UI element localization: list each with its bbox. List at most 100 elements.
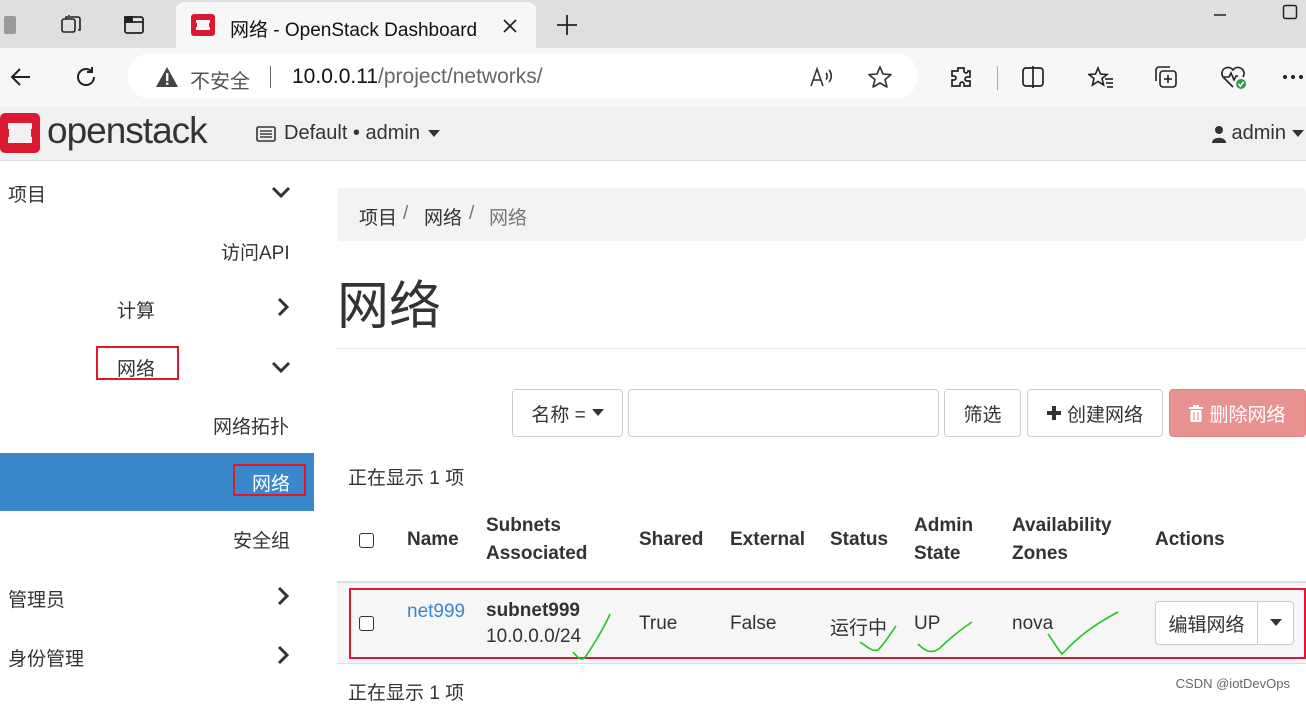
project-switcher-label: Default • admin: [284, 122, 420, 144]
item-count-bottom: 正在显示 1 项: [348, 683, 465, 704]
workspaces-icon[interactable]: [56, 10, 86, 40]
watermark: CSDN @iotDevOps: [1175, 676, 1290, 691]
chevron-right-icon[interactable]: [273, 645, 293, 665]
openstack-logo-text[interactable]: openstack: [47, 110, 208, 152]
breadcrumb-item[interactable]: 项目: [359, 203, 397, 230]
chevron-down-icon[interactable]: [271, 182, 291, 202]
minimize-icon[interactable]: [1208, 6, 1232, 24]
sidebar-item-compute[interactable]: 计算: [117, 296, 155, 323]
sidebar-item-network-topology[interactable]: 网络拓扑: [213, 412, 289, 439]
column-header-status[interactable]: Status: [830, 526, 888, 554]
column-header-subnets[interactable]: Subnets Associated: [486, 512, 587, 568]
annotation-checkmark-icon: [917, 621, 973, 653]
favorite-icon[interactable]: [866, 63, 894, 91]
annotation-checkmark-icon: [1047, 611, 1119, 656]
table-row-divider: [337, 663, 1306, 664]
column-header-shared[interactable]: Shared: [639, 526, 703, 554]
browser-tab-strip: 网络 - OpenStack Dashboard: [0, 0, 1306, 48]
column-header-subnets-line1: Subnets: [486, 515, 561, 536]
breadcrumb-item[interactable]: 网络: [424, 203, 462, 230]
breadcrumb: 项目 / 网络 / 网络: [337, 188, 1306, 241]
tab-title: 网络 - OpenStack Dashboard: [230, 20, 478, 41]
user-menu[interactable]: admin: [1211, 122, 1304, 145]
read-aloud-icon[interactable]: [808, 63, 836, 91]
caret-down-icon: [427, 129, 440, 137]
favorites-icon[interactable]: [1086, 62, 1116, 92]
sidebar-item-identity[interactable]: 身份管理: [8, 644, 84, 671]
sidebar-item-security-groups[interactable]: 安全组: [233, 526, 290, 553]
warning-icon[interactable]: [154, 65, 180, 89]
divider: [337, 348, 1306, 349]
caret-down-icon: [591, 409, 604, 416]
column-header-az-line2: Zones: [1012, 543, 1068, 564]
openstack-favicon: [190, 13, 216, 37]
column-header-name[interactable]: Name: [407, 526, 459, 554]
filter-field-label: 名称 =: [531, 404, 586, 426]
project-list-icon: [256, 125, 276, 142]
breadcrumb-current: 网络: [489, 208, 528, 229]
browser-toolbar: 不安全 10.0.0.11/project/networks/: [0, 48, 1306, 106]
delete-network-button[interactable]: 删除网络: [1169, 389, 1306, 437]
url-host: 10.0.0.11: [292, 65, 379, 88]
sidebar-item-admin[interactable]: 管理员: [8, 585, 65, 612]
chevron-right-icon[interactable]: [273, 586, 293, 606]
split-screen-icon[interactable]: [1018, 62, 1048, 92]
sidebar-item-networks[interactable]: 网络: [0, 453, 314, 511]
create-network-button[interactable]: 创建网络: [1027, 389, 1163, 437]
project-switcher[interactable]: Default • admin: [256, 122, 440, 145]
column-header-az-line1: Availability: [1012, 515, 1112, 536]
sidebar-item-project[interactable]: 项目: [8, 180, 46, 207]
trash-icon: [1189, 404, 1204, 422]
page-title: 网络: [337, 278, 442, 336]
select-all-checkbox[interactable]: [359, 533, 374, 548]
sidebar: 项目 访问API 计算 网络 网络拓扑 网络 安全组 管理员 身份管理: [0, 161, 314, 700]
user-icon: [1211, 125, 1226, 143]
column-header-admin-line1: Admin: [914, 515, 974, 536]
url-text[interactable]: 10.0.0.11/project/networks/: [292, 65, 543, 89]
collections-icon[interactable]: [1151, 62, 1181, 92]
insecure-label: 不安全: [190, 71, 250, 93]
breadcrumb-separator: /: [403, 203, 409, 224]
browser-app-icon[interactable]: [0, 12, 22, 38]
chevron-right-icon[interactable]: [273, 297, 293, 317]
column-header-availability-zones[interactable]: Availability Zones: [1012, 512, 1112, 568]
column-header-actions: Actions: [1155, 529, 1225, 550]
column-header-subnets-line2: Associated: [486, 543, 588, 564]
item-count-top: 正在显示 1 项: [348, 468, 465, 489]
filter-input[interactable]: [628, 389, 939, 437]
filter-button-label: 筛选: [963, 404, 1002, 426]
toolbar-divider: [997, 66, 998, 90]
back-icon[interactable]: [6, 62, 36, 92]
maximize-icon[interactable]: [1280, 2, 1300, 22]
annotation-checkmark-icon: [572, 613, 611, 660]
new-tab-icon[interactable]: [552, 10, 582, 40]
breadcrumb-separator: /: [469, 203, 475, 224]
column-header-admin-line2: State: [914, 543, 961, 564]
column-header-external[interactable]: External: [730, 526, 805, 554]
extensions-icon[interactable]: [946, 62, 976, 92]
address-bar[interactable]: 不安全 10.0.0.11/project/networks/: [128, 53, 918, 99]
caret-down-icon: [1292, 129, 1304, 137]
active-tab[interactable]: 网络 - OpenStack Dashboard: [176, 2, 536, 48]
annotation-checkmark-icon: [859, 625, 897, 652]
url-path: /project/networks/: [378, 65, 543, 88]
chevron-down-icon[interactable]: [271, 357, 291, 377]
tab-actions-icon[interactable]: [119, 10, 149, 40]
refresh-icon[interactable]: [71, 62, 101, 92]
filter-button[interactable]: 筛选: [944, 389, 1021, 437]
browser-essentials-icon[interactable]: [1218, 62, 1250, 92]
openstack-logo-icon[interactable]: [0, 113, 40, 153]
delete-network-label: 删除网络: [1209, 404, 1286, 426]
close-tab-icon[interactable]: [498, 14, 522, 38]
openstack-header: openstack Default • admin admin: [0, 106, 1306, 161]
omnibox-divider: [270, 66, 271, 88]
more-icon[interactable]: [1280, 62, 1306, 92]
annotation-highlight-box: [96, 346, 179, 380]
annotation-row-highlight-box: [349, 588, 1306, 659]
filter-field-dropdown[interactable]: 名称 =: [512, 389, 623, 437]
column-header-admin-state[interactable]: Admin State: [914, 512, 973, 568]
user-name: admin: [1231, 122, 1286, 144]
sidebar-item-api-access[interactable]: 访问API: [221, 238, 290, 265]
annotation-highlight-box: [233, 464, 306, 496]
create-network-label: 创建网络: [1066, 404, 1143, 426]
